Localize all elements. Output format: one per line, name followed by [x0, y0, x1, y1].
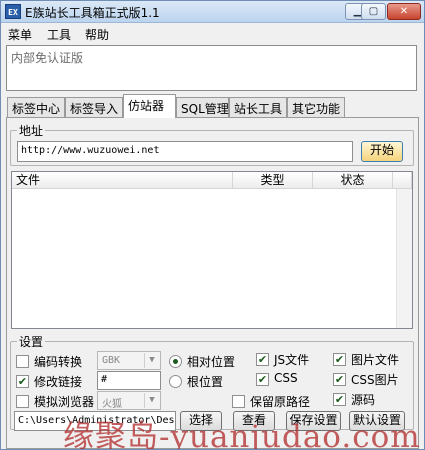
tab-tag-center[interactable]: 标签中心 [7, 97, 65, 117]
root-position-label: 根位置 [187, 375, 224, 389]
radio-selected-dot [173, 359, 178, 364]
url-input[interactable]: http://www.wuzuowei.net [17, 141, 353, 162]
browser-select-value: 火狐 [102, 399, 122, 410]
image-file-checkbox[interactable]: ✔ [333, 353, 346, 366]
menu-item-help[interactable]: 帮助 [85, 26, 109, 43]
list-vertical-scrollbar[interactable] [396, 189, 412, 328]
modify-link-label: 修改链接 [34, 375, 83, 389]
source-code-checkbox[interactable]: ✔ [333, 393, 346, 406]
close-button[interactable]: ✕ [387, 3, 421, 20]
relative-position-radio[interactable] [169, 355, 182, 368]
tab-site-cloner[interactable]: 仿站器 [123, 94, 176, 118]
browser-select[interactable]: 火狐 ▼ [97, 391, 161, 410]
keep-path-label: 保留原路径 [250, 395, 311, 409]
close-icon: ✕ [399, 6, 409, 17]
encoding-select[interactable]: GBK ▼ [97, 351, 161, 370]
tab-tag-import[interactable]: 标签导入 [65, 97, 123, 117]
css-checkbox[interactable]: ✔ [256, 373, 269, 386]
menu-item-menu[interactable]: 菜单 [8, 26, 32, 43]
source-code-label: 源码 [351, 393, 376, 407]
js-file-checkbox[interactable]: ✔ [256, 353, 269, 366]
window-title: E族站长工具箱正式版1.1 [25, 6, 160, 20]
encoding-checkbox[interactable] [16, 355, 29, 368]
info-textbox[interactable]: 内部免认证版 [6, 45, 417, 91]
app-icon: EX [5, 4, 21, 19]
menu-item-tools[interactable]: 工具 [47, 26, 71, 43]
title-bar[interactable]: EX E族站长工具箱正式版1.1 ▁ ▢ ✕ [1, 1, 424, 23]
css-image-checkbox[interactable]: ✔ [333, 373, 346, 386]
css-image-label: CSS图片 [351, 373, 399, 387]
menu-bar: 菜单 工具 帮助 [1, 23, 424, 43]
root-position-radio[interactable] [169, 375, 182, 388]
app-window: EX E族站长工具箱正式版1.1 ▁ ▢ ✕ 菜单 工具 帮助 内部免认证版 标… [0, 0, 425, 450]
settings-legend: 设置 [17, 333, 46, 350]
maximize-button[interactable]: ▢ [361, 3, 386, 20]
encoding-label: 编码转换 [34, 355, 83, 369]
image-file-label: 图片文件 [351, 353, 400, 367]
browser-label: 模拟浏览器 [34, 395, 95, 409]
address-legend: 地址 [17, 122, 46, 139]
keep-path-checkbox[interactable] [232, 395, 245, 408]
column-filler [393, 172, 412, 189]
relative-position-label: 相对位置 [187, 355, 236, 369]
start-button[interactable]: 开始 [361, 141, 403, 162]
maximize-icon: ▢ [368, 6, 379, 17]
column-status[interactable]: 状态 [313, 172, 393, 189]
chevron-down-icon: ▼ [144, 393, 159, 408]
tab-sql-manager[interactable]: SQL管理 [176, 97, 229, 117]
column-type[interactable]: 类型 [233, 172, 313, 189]
js-file-label: JS文件 [274, 353, 310, 367]
watermark: 缘聚岛-yuanjudao.com [63, 419, 421, 450]
modify-link-checkbox[interactable]: ✔ [16, 375, 29, 388]
address-group: 地址 http://www.wuzuowei.net 开始 [10, 122, 414, 166]
site-cloner-panel: 地址 http://www.wuzuowei.net 开始 文件 类型 状态 设… [6, 117, 419, 449]
css-label: CSS [274, 371, 298, 385]
tab-webmaster-tools[interactable]: 站长工具 [229, 97, 287, 117]
encoding-select-value: GBK [102, 355, 121, 366]
modify-link-input[interactable]: # [97, 371, 161, 390]
tab-other-functions[interactable]: 其它功能 [287, 97, 345, 117]
column-file[interactable]: 文件 [12, 172, 233, 189]
browser-checkbox[interactable] [16, 395, 29, 408]
file-list[interactable]: 文件 类型 状态 [11, 171, 413, 329]
chevron-down-icon: ▼ [144, 353, 159, 368]
